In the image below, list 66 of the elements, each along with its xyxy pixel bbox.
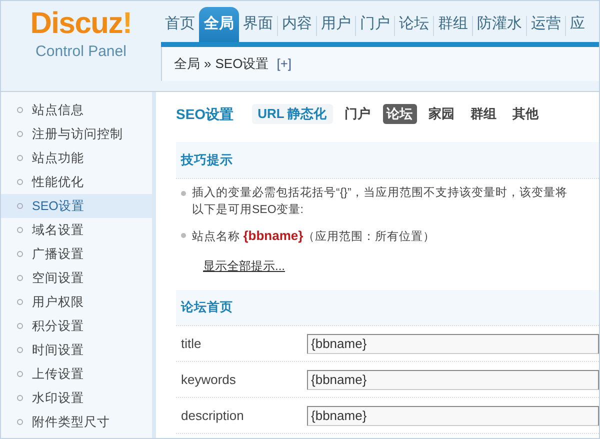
bullet-icon <box>17 371 23 377</box>
bullet-icon <box>17 155 23 161</box>
nav-tab[interactable]: 首页 <box>161 7 199 42</box>
sidebar-item[interactable]: 附件类型尺寸 <box>1 410 152 434</box>
sidebar-item[interactable]: 上传设置 <box>1 362 152 386</box>
breadcrumb-current: SEO设置 <box>215 55 269 74</box>
input-field[interactable]: {bbname} <box>307 370 599 390</box>
show-all-tips-link[interactable]: 显示全部提示... <box>203 257 286 275</box>
logo: Discuz! <box>30 9 132 39</box>
bullet-icon <box>17 251 23 257</box>
sub-tab[interactable]: 群组 <box>466 104 501 124</box>
nav-tab[interactable]: 全局 <box>199 7 239 42</box>
input-field[interactable]: {bbname} <box>307 406 599 426</box>
sidebar-item[interactable]: 空间设置 <box>1 266 152 290</box>
sidebar-item[interactable]: 广播设置 <box>1 242 152 266</box>
bullet-icon <box>17 395 23 401</box>
nav-tab[interactable]: 运营 <box>527 7 565 42</box>
nav-tab[interactable]: 内容 <box>278 7 316 42</box>
sidebar-item[interactable]: 用户权限 <box>1 290 152 314</box>
nav-tab[interactable]: 防灌水 <box>473 7 526 42</box>
sidebar-item[interactable]: 积分设置 <box>1 314 152 338</box>
field-label: keywords <box>181 370 237 389</box>
bullet-icon <box>17 347 23 353</box>
tip-text: 插入的变量必需包括花括号“{}”，当应用范围不支持该变量时，该变量将 <box>192 185 568 201</box>
bullet-icon <box>181 233 186 238</box>
nav-tab[interactable]: 应 <box>566 7 589 42</box>
page-title: SEO设置 <box>176 104 234 124</box>
sub-tab[interactable]: 门户 <box>340 104 375 124</box>
sidebar-item[interactable]: 水印设置 <box>1 386 152 410</box>
nav-tab[interactable]: 界面 <box>239 7 277 42</box>
sub-tab[interactable]: 其他 <box>508 104 543 124</box>
bullet-icon <box>17 227 23 233</box>
add-shortcut-link[interactable]: [+] <box>276 54 292 74</box>
sidebar-item[interactable]: 域名设置 <box>1 218 152 242</box>
field-label: description <box>181 406 245 425</box>
sub-tab[interactable]: URL 静态化 <box>252 104 333 124</box>
sidebar-item[interactable]: 站点信息 <box>1 98 152 122</box>
bullet-icon <box>17 323 23 329</box>
bullet-icon <box>17 419 23 425</box>
sub-tab[interactable]: 家园 <box>424 104 459 124</box>
sidebar-item[interactable]: SEO设置 <box>1 194 152 218</box>
sub-tab[interactable]: 论坛 <box>382 104 417 124</box>
tip-text: 以下是可用SEO变量: <box>192 202 304 218</box>
bullet-icon <box>17 299 23 305</box>
bullet-icon <box>17 275 23 281</box>
bullet-icon <box>17 203 23 209</box>
nav-tab[interactable]: 用户 <box>317 7 355 42</box>
sidebar-item[interactable]: 性能优化 <box>1 170 152 194</box>
nav-tab[interactable]: 论坛 <box>395 7 433 42</box>
bullet-icon <box>17 107 23 113</box>
nav-tab[interactable]: 门户 <box>356 7 394 42</box>
sidebar-item[interactable]: 注册与访问控制 <box>1 122 152 146</box>
logo-subtitle: Control Panel <box>36 43 126 62</box>
tip-text: 站点名称 {bbname}（应用范围：所有位置） <box>192 227 436 245</box>
nav-tab[interactable]: 群组 <box>434 7 472 42</box>
breadcrumb-separator: » <box>204 55 212 74</box>
field-label: title <box>181 334 202 353</box>
breadcrumb-link[interactable]: 全局 <box>174 54 200 74</box>
sidebar-item[interactable]: 时间设置 <box>1 338 152 362</box>
section-header: 论坛首页 <box>176 290 599 326</box>
input-field[interactable]: {bbname} <box>307 334 599 354</box>
bullet-icon <box>17 179 23 185</box>
section-header: 技巧提示 <box>176 142 599 179</box>
bullet-icon <box>181 191 186 196</box>
sidebar-item[interactable]: 站点功能 <box>1 146 152 170</box>
bullet-icon <box>17 131 23 137</box>
